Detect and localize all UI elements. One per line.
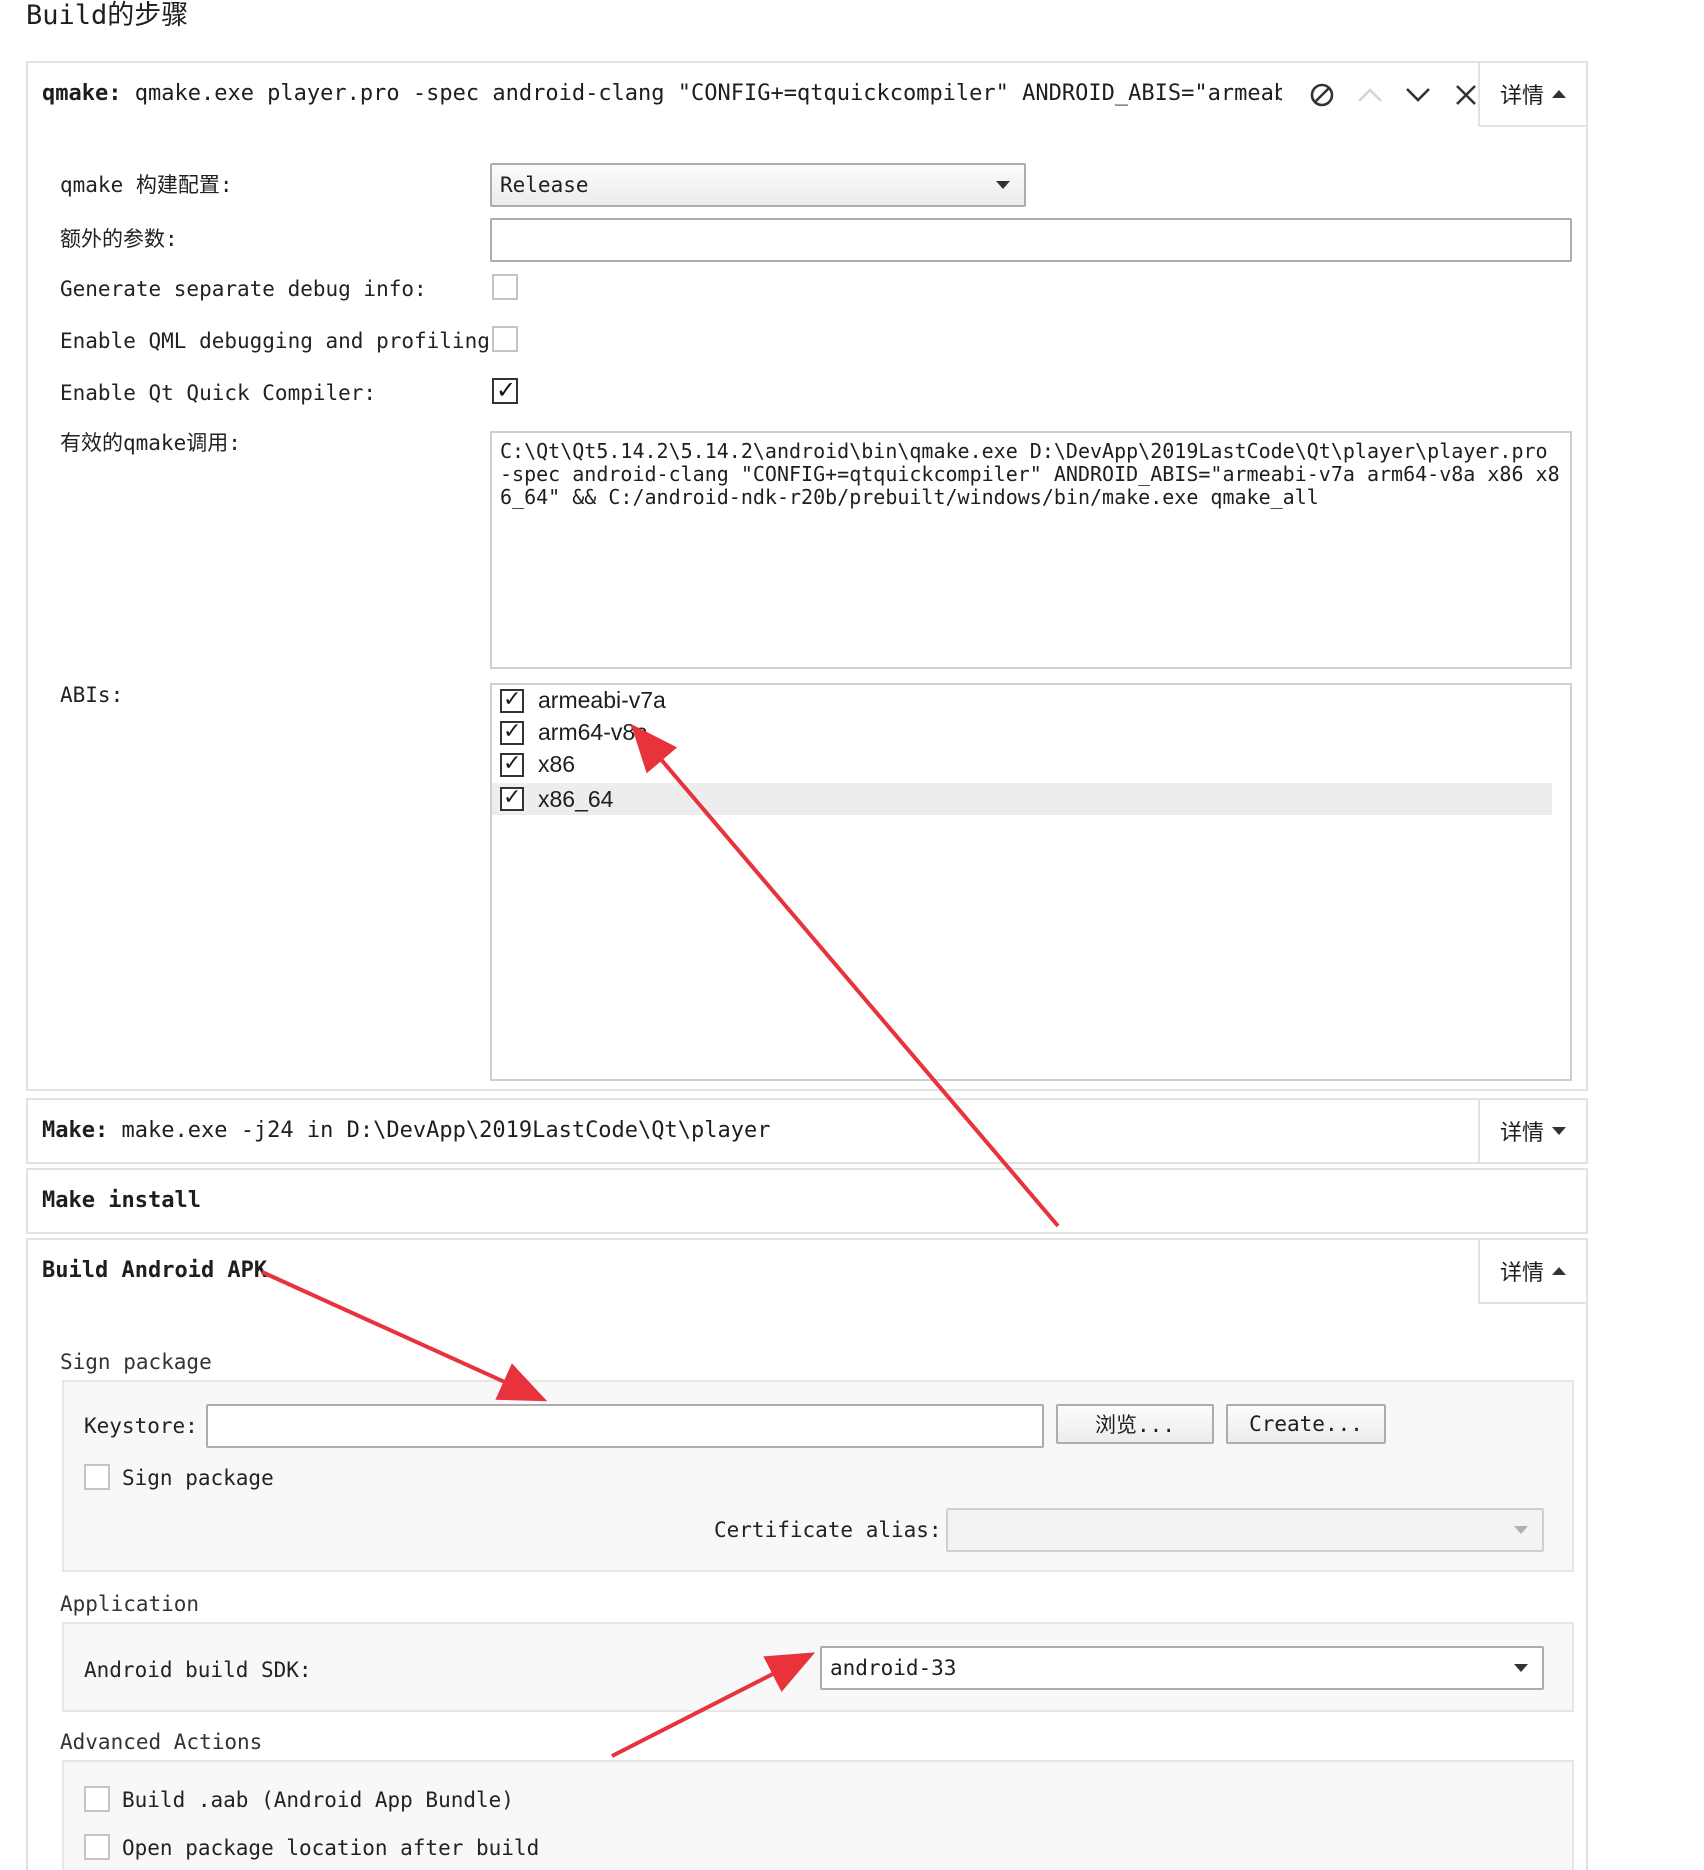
- annotation-arrow-sdk: [611, 1652, 816, 1758]
- annotation-arrow-abis: [630, 723, 1060, 1228]
- annotation-arrow-keystore: [261, 1270, 548, 1402]
- annotation-arrows: [261, 723, 1060, 1758]
